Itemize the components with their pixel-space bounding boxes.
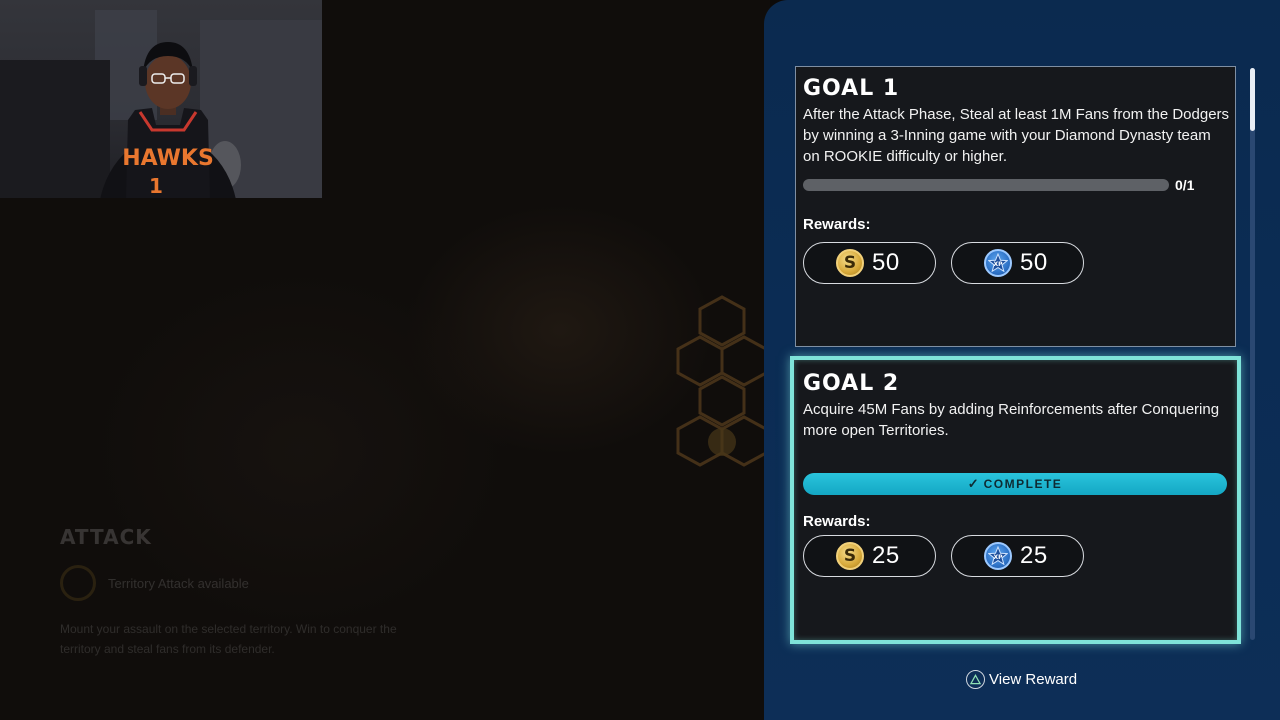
stubs-coin-icon: S: [836, 542, 864, 570]
xp-star-icon: XP: [984, 249, 1012, 277]
goal-progress: 0/1: [803, 177, 1194, 193]
attack-title: ATTACK: [60, 525, 152, 549]
triangle-button-icon: [966, 670, 985, 689]
jersey-text: HAWKS: [122, 146, 214, 171]
progress-count: 0/1: [1175, 177, 1195, 193]
reward-value: 50: [872, 249, 900, 276]
complete-status-bar: ✓ COMPLETE: [803, 473, 1227, 495]
checkmark-icon: ✓: [967, 476, 979, 491]
webcam-overlay: HAWKS 1: [0, 0, 322, 198]
reward-value: 50: [1020, 249, 1048, 276]
scrollbar-thumb[interactable]: [1250, 68, 1255, 131]
reward-xp: XP 50: [951, 242, 1084, 284]
reward-value: 25: [1020, 542, 1048, 569]
goal-description: After the Attack Phase, Steal at least 1…: [803, 106, 1230, 165]
goal-description: Acquire 45M Fans by adding Reinforcement…: [803, 401, 1220, 439]
attack-subtitle: Territory Attack available: [108, 575, 249, 591]
svg-text:XP: XP: [993, 554, 1003, 561]
reward-xp: XP 25: [951, 535, 1084, 577]
xp-star-icon: XP: [984, 542, 1012, 570]
attack-info-panel: ATTACK Territory Attack available Mount …: [60, 525, 440, 659]
goal-card-2[interactable]: GOAL 2 Acquire 45M Fans by adding Reinfo…: [790, 356, 1241, 644]
goal-title: GOAL 1: [803, 76, 900, 101]
svg-text:XP: XP: [993, 261, 1003, 268]
goals-scrollbar[interactable]: [1250, 68, 1255, 640]
jersey-number: 1: [149, 174, 163, 198]
goal-card-1[interactable]: GOAL 1 After the Attack Phase, Steal at …: [795, 66, 1236, 347]
view-reward-button[interactable]: View Reward: [966, 670, 1077, 689]
rewards-label: Rewards:: [803, 216, 871, 233]
attack-description: Mount your assault on the selected terri…: [60, 622, 397, 656]
reward-stubs: S 50: [803, 242, 936, 284]
attack-badge-icon: [60, 565, 96, 601]
reward-value: 25: [872, 542, 900, 569]
goal-title: GOAL 2: [803, 371, 900, 396]
progress-bar: [803, 179, 1169, 191]
stubs-coin-icon: S: [836, 249, 864, 277]
rewards-label: Rewards:: [803, 513, 871, 530]
reward-stubs: S 25: [803, 535, 936, 577]
view-reward-label: View Reward: [989, 671, 1078, 688]
complete-label: COMPLETE: [983, 477, 1063, 491]
territory-hex-icon: [672, 292, 772, 472]
